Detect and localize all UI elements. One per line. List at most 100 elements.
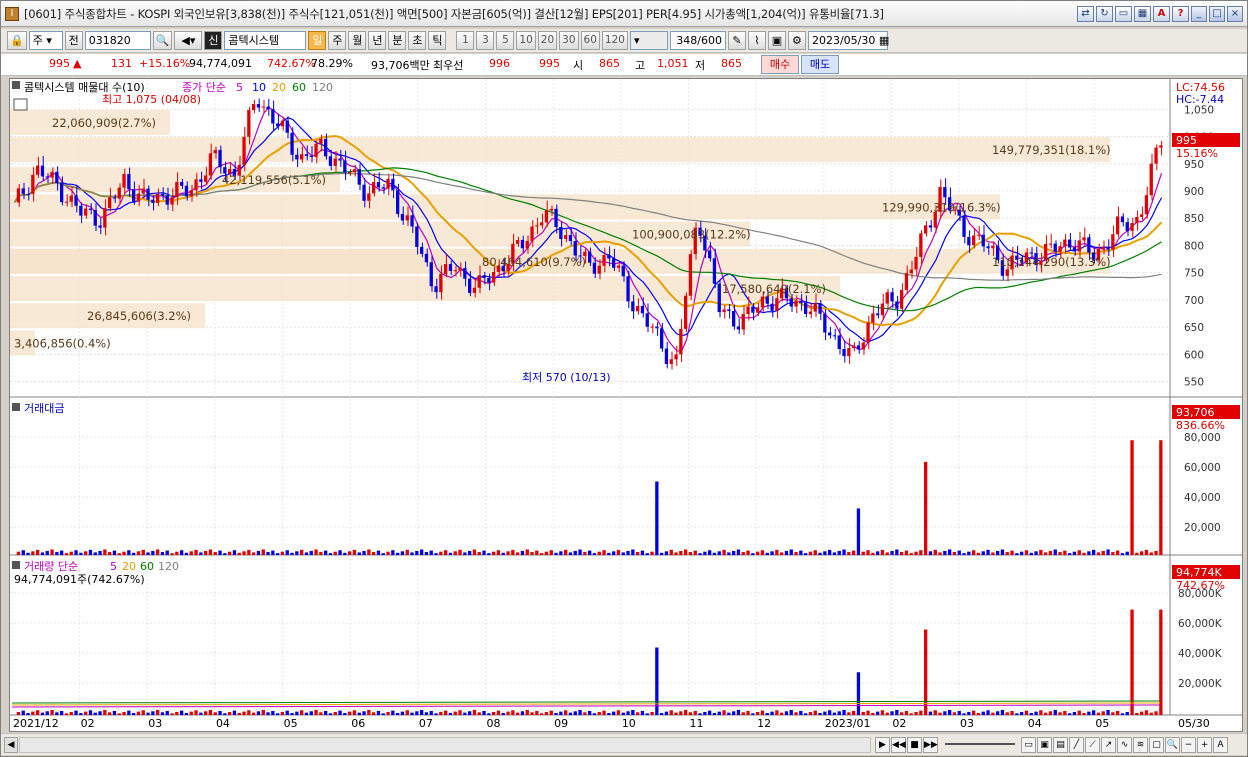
help-icon[interactable]: ? [1172,6,1189,22]
volume-bar [832,712,837,715]
candle-body [655,326,659,329]
amount-bar [981,551,985,555]
candle-body [333,158,337,166]
step-back-icon[interactable]: ◀◀ [891,737,906,753]
interval-60[interactable]: 60 [580,31,600,50]
draw-wave-icon[interactable]: ∿ [1117,737,1132,753]
buy-button[interactable]: 매수 [761,55,799,74]
refresh-icon[interactable]: ↻ [1096,6,1113,22]
compare-icon[interactable]: ⌇ [747,31,766,50]
amount-bar [540,553,544,555]
amount-bar [650,551,654,555]
amount-bar [184,552,189,555]
window-icon[interactable]: ▭ [1115,6,1132,22]
interval-120[interactable]: 120 [601,31,628,50]
font-size-icon[interactable]: A [1213,737,1228,753]
speaker-icon[interactable]: ◀▾ [174,31,203,50]
period-day[interactable]: 일 [308,31,327,50]
volume-bar [669,710,673,715]
link-icon[interactable]: ⇄ [1077,6,1094,22]
calendar-icon[interactable] [13,98,28,111]
zoom-icon[interactable]: 🔍 [1165,737,1180,753]
layout-icon-1[interactable]: ▭ [1021,737,1036,753]
volume-bar [232,710,237,715]
scroll-left-icon[interactable]: ◀ [4,737,18,753]
amount-bar [837,550,841,555]
open-value: 865 [599,57,620,70]
period-select[interactable]: 주 ▾ [28,31,63,50]
period-month[interactable]: 월 [348,31,367,50]
amount-bar [1125,551,1129,555]
period-second[interactable]: 초 [408,31,427,50]
candle-body [55,171,59,184]
step-forward-icon[interactable]: ▶▶ [923,737,938,753]
interval-1[interactable]: 1 [456,31,475,50]
code-input[interactable]: 031820 [84,31,151,50]
draw-box-icon[interactable]: ▢ [1149,737,1164,753]
amount-bar [136,551,141,555]
volume-bar [828,710,832,715]
amount-bar [736,549,741,555]
interval-3[interactable]: 3 [476,31,495,50]
candle-body [1135,216,1139,224]
minimize-button[interactable]: _ [1191,6,1207,22]
candle-body [1120,216,1125,223]
grid-icon[interactable]: ▦ [1134,6,1151,22]
candle-body [636,305,640,312]
chart-tool-icon[interactable]: ✎ [727,31,746,50]
zoom-in-icon[interactable]: + [1197,737,1212,753]
amount-bar [295,551,299,555]
candle-body [895,301,899,309]
candle-body [640,305,645,314]
candle-body [943,187,947,198]
horizontal-scrollbar[interactable] [19,737,871,753]
sell-button[interactable]: 매도 [801,55,839,74]
settings-icon[interactable]: ⚙ [787,31,806,50]
zoom-slider[interactable] [945,743,1015,745]
volume-bar [597,711,601,715]
draw-fib-icon[interactable]: ≋ [1133,737,1148,753]
stock-chart-svg[interactable]: 1,0501,000950900850800750700650600550202… [10,79,1242,731]
period-year[interactable]: 년 [368,31,387,50]
candle-body [516,239,520,244]
draw-arrow-icon[interactable]: ↗ [1101,737,1116,753]
period-minute[interactable]: 분 [388,31,407,50]
candle-body [108,197,112,209]
volume-bar [472,709,477,715]
save-icon[interactable]: ▣ [767,31,786,50]
amount-bar [468,550,472,555]
candle-body [885,292,889,304]
amount-bar [957,550,961,555]
chart-area[interactable]: 1,0501,000950900850800750700650600550202… [9,78,1243,732]
layout-icon-3[interactable]: ▤ [1053,737,1068,753]
candle-body [1068,239,1072,248]
period-week[interactable]: 주 [328,31,347,50]
zoom-out-icon[interactable]: − [1181,737,1196,753]
play-icon[interactable]: ▶ [875,737,890,753]
date-field[interactable]: 2023/05/30 ▦ [807,31,889,50]
amount-bar [410,552,414,555]
interval-20[interactable]: 20 [537,31,558,50]
candle-body [396,190,400,214]
volume-bar [621,712,625,715]
maximize-button[interactable]: □ [1209,6,1225,22]
amount-bar [64,553,69,555]
period-tick[interactable]: 틱 [428,31,447,50]
layout-icon-2[interactable]: ▣ [1037,737,1052,753]
search-icon[interactable]: 🔍 [152,31,173,50]
interval-10[interactable]: 10 [516,31,536,50]
interval-30[interactable]: 30 [559,31,579,50]
draw-trend-icon[interactable]: ⟋ [1085,737,1100,753]
count-field[interactable]: 348/600 [669,31,726,50]
volume-bar [463,712,467,715]
interval-5[interactable]: 5 [496,31,515,50]
stop-icon[interactable]: ■ [907,737,922,753]
font-icon[interactable]: A [1153,6,1170,22]
draw-line-icon[interactable]: ╱ [1069,737,1084,753]
close-button[interactable]: × [1227,6,1243,22]
lock-icon[interactable]: 🔒 [7,31,27,50]
candle-body [242,136,246,165]
stock-name-field[interactable]: 콤텍시스템 [224,31,307,50]
interval-custom-select[interactable]: ▾ [629,31,668,50]
prev-button[interactable]: 전 [64,31,83,50]
